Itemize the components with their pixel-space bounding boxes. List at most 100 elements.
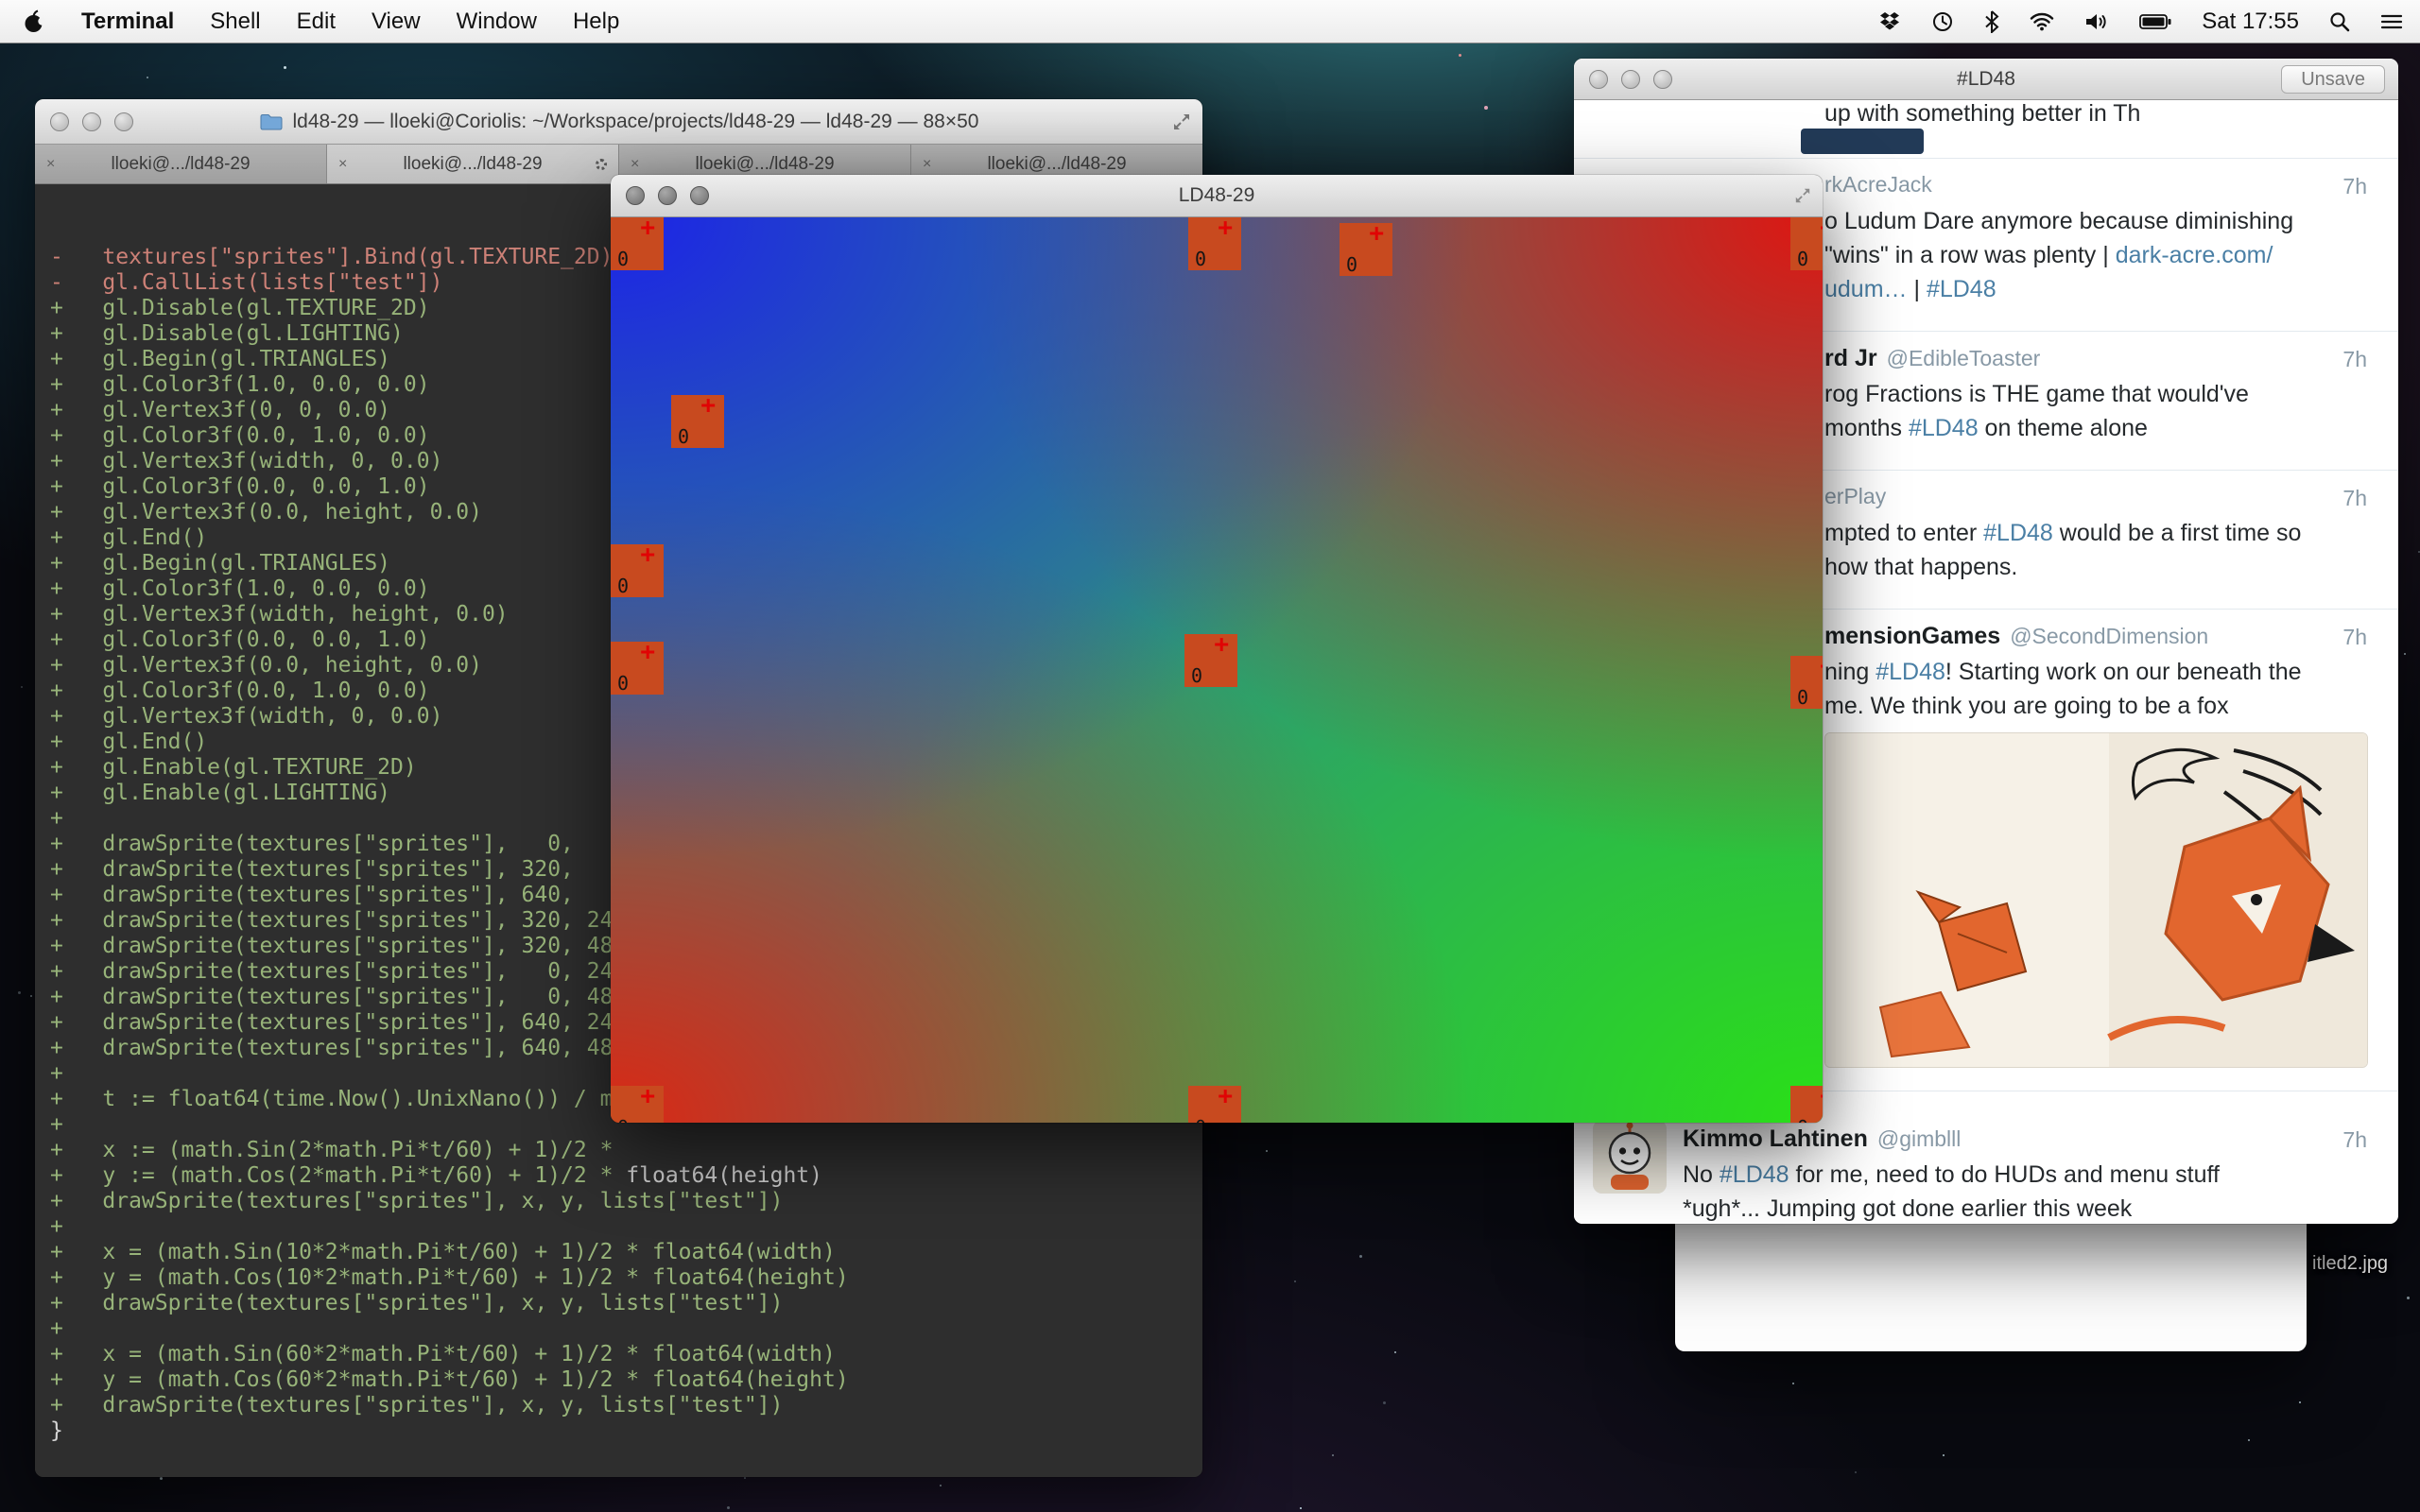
tweet-time: 7h	[2342, 174, 2367, 199]
diff-line: +	[50, 1214, 1202, 1240]
tab-close-icon[interactable]: ×	[338, 156, 347, 173]
sprite-label: 0	[617, 1116, 629, 1123]
tweet-header: mensionGames @SecondDimension	[1824, 623, 2367, 655]
twitter-titlebar[interactable]: #LD48 Unsave	[1574, 59, 2398, 100]
game-sprite: 0+	[671, 395, 724, 448]
sprite-cross: +	[1369, 219, 1384, 248]
sprite-cross: +	[1820, 217, 1823, 242]
zoom-button[interactable]	[1653, 70, 1672, 89]
tweet-handle[interactable]: erPlay	[1824, 484, 1886, 508]
tweet-link[interactable]: #LD48	[1909, 415, 1979, 441]
tweet-link[interactable]: #LD48	[1876, 659, 1945, 685]
terminal-title: ld48-29 — lloeki@Coriolis: ~/Workspace/p…	[293, 111, 979, 133]
fullscreen-icon[interactable]	[1172, 112, 1191, 131]
tweet-embed-fragment	[1801, 129, 1924, 154]
tab-label: lloeki@.../ld48-29	[987, 154, 1126, 175]
zoom-button[interactable]	[114, 112, 133, 131]
tweet-text-line: o Ludum Dare anymore because diminishing	[1824, 204, 2367, 238]
tweet-text: No	[1683, 1161, 1720, 1188]
desktop-file-label[interactable]: itled2.jpg	[2312, 1253, 2388, 1275]
tweet-text: ! Starting work on our beneath the	[1945, 659, 2302, 685]
diff-line: + drawSprite(textures["sprites"], x, y, …	[50, 1189, 1202, 1214]
gl-canvas[interactable]: 0+0+0+0+0+0+0+0+0+0+0+0+	[611, 217, 1823, 1123]
tweet-partial[interactable]: up with something better in Th	[1574, 100, 2398, 159]
tweet-text: months	[1824, 415, 1909, 441]
sprite-label: 0	[617, 248, 629, 270]
tweet-text: ning	[1824, 659, 1876, 685]
tab-activity-icon	[596, 159, 607, 170]
diff-line: + y := (math.Cos(2*math.Pi*t/60) + 1)/2 …	[50, 1163, 1202, 1189]
battery-icon[interactable]	[2139, 13, 2171, 30]
tab-close-icon[interactable]: ×	[46, 156, 55, 173]
sprite-cross: +	[640, 541, 655, 569]
minimize-button[interactable]	[82, 112, 101, 131]
spotlight-icon[interactable]	[2329, 11, 2350, 32]
tweet-text-line: months #LD48 on theme alone	[1824, 411, 2367, 445]
unsave-button[interactable]: Unsave	[2281, 65, 2385, 94]
tweet-handle[interactable]: @EdibleToaster	[1887, 346, 2041, 370]
sprite-label: 0	[1346, 253, 1357, 276]
tweet-handle[interactable]: @gimblll	[1877, 1126, 1962, 1151]
tweet-text: for me, need to do HUDs and menu stuff	[1789, 1161, 2220, 1188]
game-sprite: 0+	[1790, 1086, 1823, 1123]
twitter-window-controls	[1574, 70, 1672, 89]
tweet-link[interactable]: #LD48	[1927, 276, 1996, 302]
sprite-cross: +	[1820, 652, 1823, 680]
tweet-handle[interactable]: rkAcreJack	[1824, 172, 1932, 197]
tweet-link[interactable]: #LD48	[1983, 520, 2053, 546]
bluetooth-icon[interactable]	[1984, 10, 1999, 33]
tweet-photo-fox-sketches[interactable]	[1824, 732, 2368, 1068]
tweet-author[interactable]: rd Jr	[1824, 345, 1877, 371]
menu-bar: Terminal Shell Edit View Window Help Sat 17:5…	[0, 0, 2420, 43]
minimize-button[interactable]	[658, 186, 677, 205]
tab-label: lloeki@.../ld48-29	[695, 154, 834, 175]
tweet-text-line: me. We think you are going to be a fox	[1824, 689, 2367, 723]
menu-clock[interactable]: Sat 17:55	[2202, 9, 2299, 35]
game-sprite: 0+	[1340, 223, 1392, 276]
resize-icon[interactable]	[1794, 187, 1811, 204]
ld48-titlebar[interactable]: LD48-29	[611, 175, 1823, 217]
notification-center-icon[interactable]	[2380, 13, 2403, 30]
menu-item-shell[interactable]: Shell	[210, 9, 260, 35]
tweet-author[interactable]: Kimmo Lahtinen	[1683, 1125, 1868, 1152]
wifi-icon[interactable]	[2030, 11, 2054, 31]
tweet-link[interactable]: #LD48	[1720, 1161, 1789, 1188]
close-button[interactable]	[626, 186, 645, 205]
menu-item-edit[interactable]: Edit	[297, 9, 336, 35]
sprite-label: 0	[617, 672, 629, 695]
time-machine-icon[interactable]	[1931, 10, 1954, 33]
menu-item-help[interactable]: Help	[573, 9, 619, 35]
game-sprite: 0+	[611, 1086, 664, 1123]
game-sprite: 0+	[1188, 1086, 1241, 1123]
tweet-text-line: up with something better in Th	[1824, 100, 2367, 127]
close-button[interactable]	[1589, 70, 1608, 89]
tweet-handle[interactable]: @SecondDimension	[2010, 624, 2208, 648]
diff-line: + drawSprite(textures["sprites"], x, y, …	[50, 1291, 1202, 1316]
folder-icon	[259, 112, 284, 131]
tab-close-icon[interactable]: ×	[631, 156, 639, 173]
tweet-link[interactable]: dark-acre.com/	[2116, 242, 2273, 268]
close-button[interactable]	[50, 112, 69, 131]
tweet-text: rog Fractions is THE game that would've	[1824, 381, 2249, 407]
tweet-text: would be a first time so	[2053, 520, 2302, 546]
tab-close-icon[interactable]: ×	[923, 156, 931, 173]
tweet-text: "wins" in a row was plenty |	[1824, 242, 2116, 268]
terminal-tab-1[interactable]: × lloeki@.../ld48-29	[35, 145, 327, 183]
tweet-time: 7h	[2342, 486, 2367, 511]
tweet-text-line: "wins" in a row was plenty | dark-acre.c…	[1824, 238, 2367, 272]
volume-icon[interactable]	[2084, 11, 2109, 32]
terminal-tab-2[interactable]: ×lloeki@.../ld48-29	[327, 145, 619, 183]
menu-item-terminal[interactable]: Terminal	[81, 9, 174, 35]
tab-label: lloeki@.../ld48-29	[111, 154, 250, 175]
tweet-author[interactable]: mensionGames	[1824, 623, 2000, 649]
terminal-titlebar[interactable]: ld48-29 — lloeki@Coriolis: ~/Workspace/p…	[35, 99, 1202, 145]
tweet-link[interactable]: udum…	[1824, 276, 1908, 302]
game-sprite: 0+	[611, 544, 664, 597]
tweet-header: erPlay	[1824, 484, 2367, 516]
dropbox-icon[interactable]	[1878, 11, 1901, 32]
zoom-button[interactable]	[690, 186, 709, 205]
apple-menu-icon[interactable]	[23, 9, 45, 34]
minimize-button[interactable]	[1621, 70, 1640, 89]
menu-item-window[interactable]: Window	[457, 9, 537, 35]
menu-item-view[interactable]: View	[372, 9, 421, 35]
